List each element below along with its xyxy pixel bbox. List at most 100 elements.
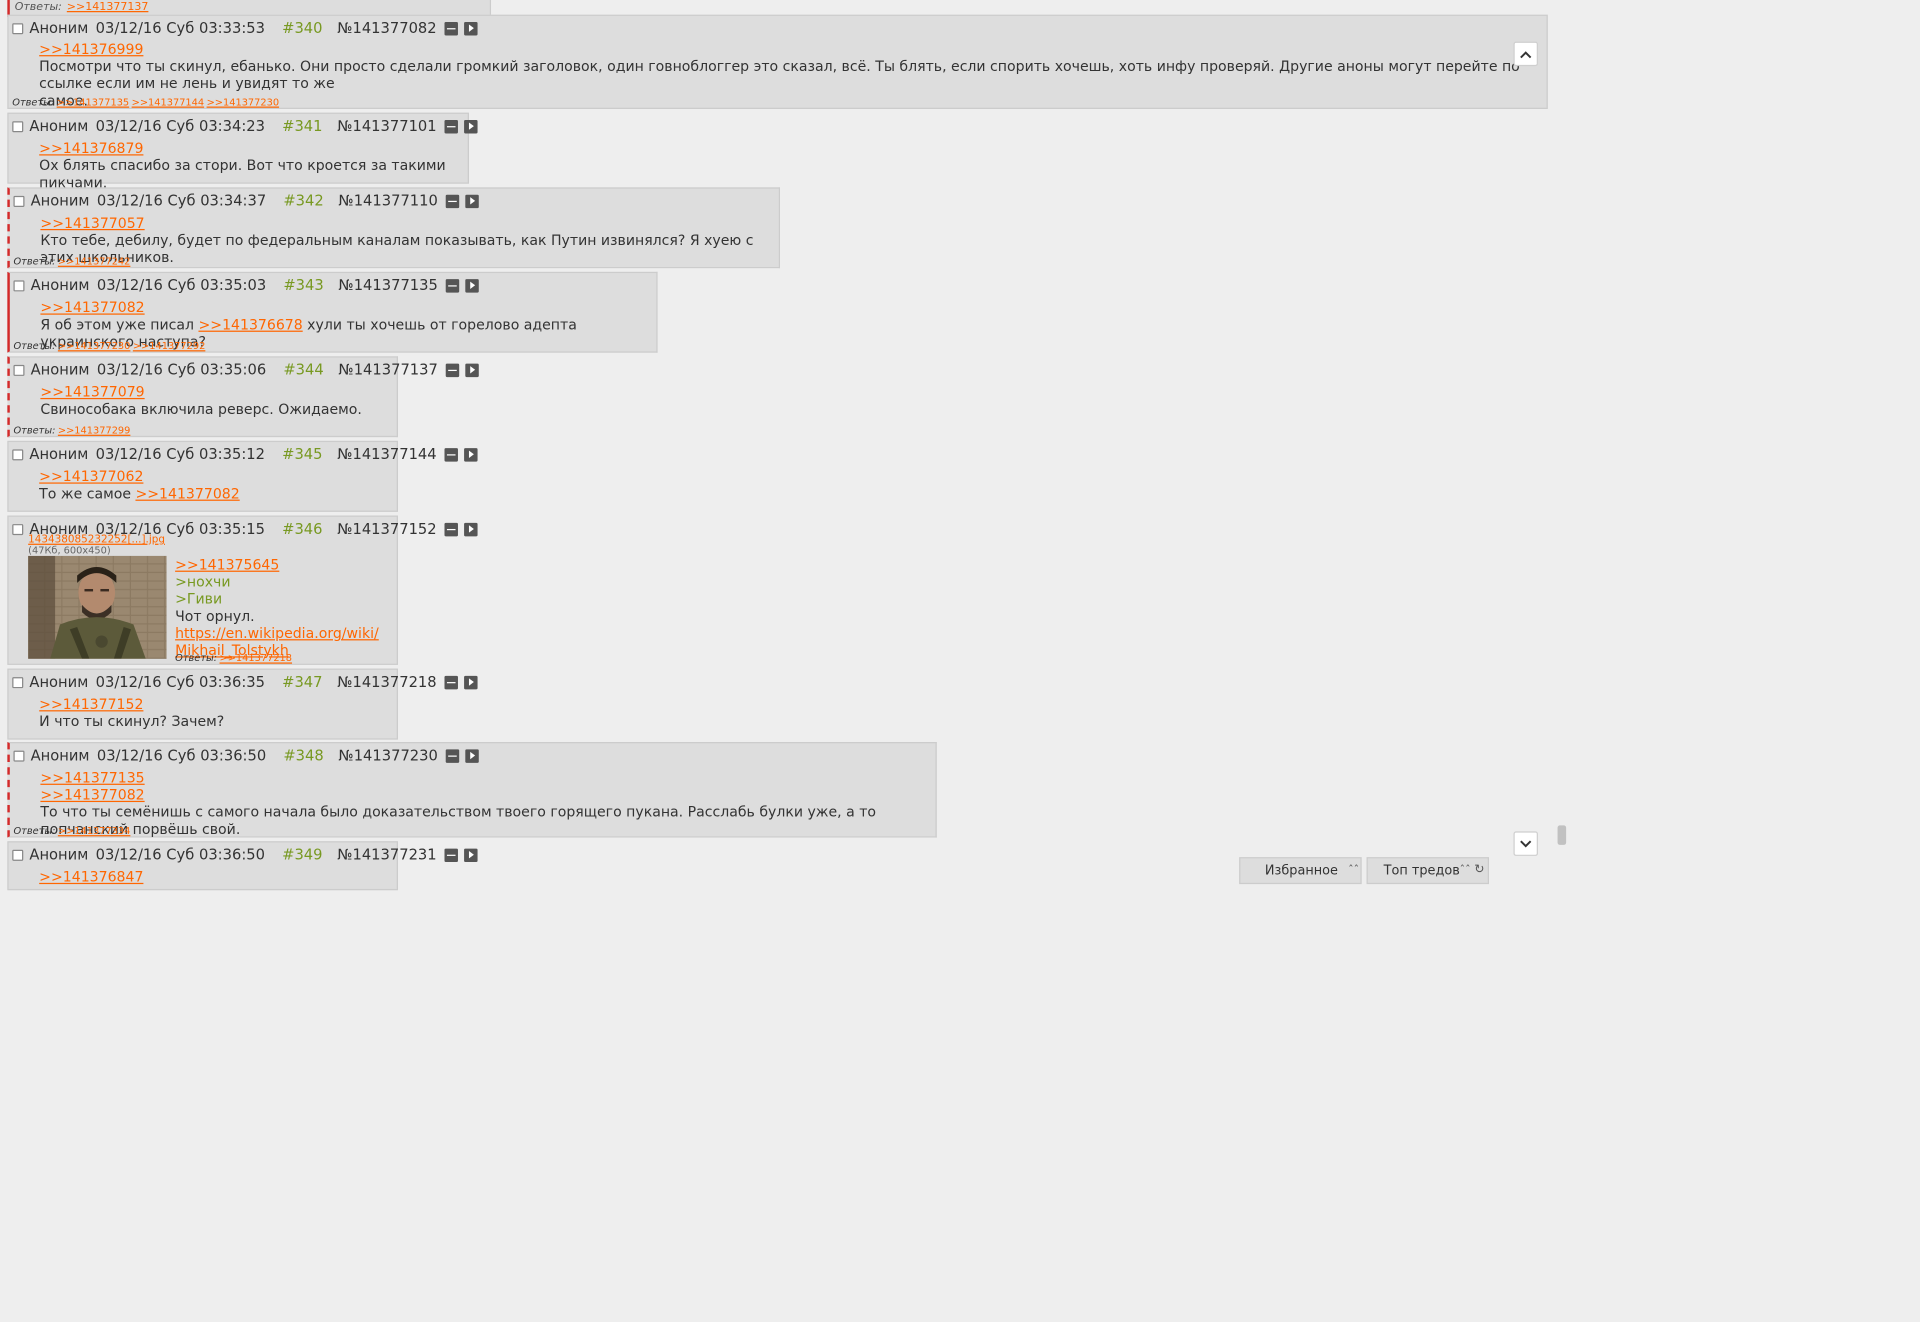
- post-checkbox[interactable]: [13, 279, 25, 291]
- favorites-button[interactable]: Избранное ˆˆ: [1239, 857, 1362, 885]
- message-line: >Гиви: [175, 590, 379, 607]
- post-menu-icon[interactable]: [463, 119, 478, 133]
- post-number[interactable]: #349: [282, 846, 322, 863]
- post-id[interactable]: №141377110: [338, 192, 437, 209]
- message-text: То же самое: [39, 484, 136, 503]
- post-checkbox[interactable]: [13, 195, 25, 207]
- message-line: >>141377135: [40, 769, 935, 786]
- chevron-up-icon: [1520, 50, 1532, 58]
- post-number[interactable]: #344: [283, 361, 323, 378]
- reply-link[interactable]: >>141377135: [57, 97, 130, 108]
- post-id[interactable]: №141377231: [337, 846, 436, 863]
- hide-post-icon[interactable]: [443, 847, 458, 862]
- post-date: 03/12/16 Суб 03:36:50: [96, 746, 267, 765]
- post-id[interactable]: №141377137: [338, 361, 437, 378]
- post-340: Аноним 03/12/16 Суб 03:33:53 #340 №14137…: [7, 14, 1548, 109]
- post-link[interactable]: >>141377062: [39, 468, 143, 485]
- reply-link[interactable]: >>141377292: [133, 340, 206, 351]
- post-number[interactable]: #340: [282, 20, 322, 37]
- post-342: Аноним 03/12/16 Суб 03:34:37 #342 №14137…: [7, 187, 781, 269]
- hide-post-icon[interactable]: [445, 363, 459, 377]
- hide-post-icon[interactable]: [443, 21, 458, 35]
- post-link[interactable]: >>141377135: [40, 769, 144, 786]
- top-threads-button[interactable]: Топ тредов ˆˆ ↻: [1366, 857, 1489, 885]
- post-checkbox[interactable]: [12, 676, 24, 688]
- post-id[interactable]: №141377135: [338, 277, 437, 294]
- post-menu-icon[interactable]: [464, 194, 479, 208]
- post-checkbox[interactable]: [12, 523, 24, 535]
- chevron-down-icon: [1520, 839, 1532, 847]
- hide-post-icon[interactable]: [443, 119, 458, 133]
- hide-post-icon[interactable]: [443, 522, 458, 536]
- post-link[interactable]: >>141375645: [175, 556, 279, 573]
- post-link[interactable]: >>141377152: [39, 696, 143, 713]
- scroll-up-button[interactable]: [1513, 41, 1538, 67]
- post-menu-icon[interactable]: [464, 748, 479, 763]
- post-replies: Ответы: >>141377218: [175, 653, 292, 664]
- post-header: Аноним 03/12/16 Суб 03:36:50 #348 №14137…: [13, 746, 479, 766]
- message-line: Ох блять спасибо за стори. Вот что кроет…: [39, 157, 468, 191]
- post-checkbox[interactable]: [12, 120, 24, 132]
- post-number[interactable]: #342: [283, 192, 323, 209]
- post-number[interactable]: #347: [282, 673, 322, 690]
- reply-link[interactable]: >>141377334: [58, 825, 131, 836]
- post-344: Аноним 03/12/16 Суб 03:35:06 #344 №14137…: [7, 356, 479, 438]
- post-id[interactable]: №141377144: [337, 446, 436, 463]
- hide-post-icon[interactable]: [443, 447, 458, 462]
- post-menu-icon[interactable]: [464, 278, 479, 293]
- reply-link[interactable]: >>141377299: [58, 425, 131, 436]
- reply-link[interactable]: >>141377230: [58, 340, 131, 351]
- post-id[interactable]: №141377218: [337, 673, 436, 690]
- post-menu-icon[interactable]: [463, 522, 478, 536]
- hide-post-icon[interactable]: [443, 675, 458, 689]
- post-header: Аноним 03/12/16 Суб 03:35:03 #343 №14137…: [13, 276, 479, 296]
- post-header: Аноним 03/12/16 Суб 03:35:12 #345 №14137…: [12, 444, 478, 464]
- post-number[interactable]: #345: [282, 446, 322, 463]
- post-link[interactable]: >>141377057: [40, 214, 144, 231]
- message-text: Кто тебе, дебилу, будет по федеральным к…: [40, 231, 754, 266]
- post-menu-icon[interactable]: [463, 847, 478, 862]
- post-id[interactable]: №141377082: [337, 20, 436, 37]
- reply-link[interactable]: >>141377144: [132, 97, 205, 108]
- post-number[interactable]: #343: [283, 277, 323, 294]
- post-checkbox[interactable]: [13, 364, 25, 376]
- reply-link[interactable]: >>141377218: [220, 653, 293, 664]
- post-number[interactable]: #341: [282, 118, 322, 135]
- post-menu-icon[interactable]: [464, 363, 479, 377]
- attachment-thumbnail[interactable]: [28, 555, 167, 659]
- reply-link[interactable]: >>141377242: [58, 256, 131, 267]
- post-checkbox[interactable]: [12, 448, 24, 460]
- hide-post-icon[interactable]: [445, 194, 459, 208]
- reply-link[interactable]: >>141377230: [207, 97, 280, 108]
- reply-link[interactable]: >>141377137: [67, 1, 149, 13]
- post-id[interactable]: №141377101: [337, 118, 436, 135]
- hide-post-icon[interactable]: [445, 748, 459, 763]
- post-link[interactable]: >>141377079: [40, 383, 144, 400]
- scroll-down-button[interactable]: [1513, 831, 1538, 856]
- post-id[interactable]: №141377230: [338, 747, 437, 764]
- post-link[interactable]: >>141377082: [40, 786, 144, 803]
- post-checkbox[interactable]: [13, 750, 25, 762]
- post-link[interactable]: >>141377082: [40, 299, 144, 316]
- hide-post-icon[interactable]: [445, 278, 459, 293]
- post-menu-icon[interactable]: [463, 447, 478, 462]
- post-checkbox[interactable]: [12, 849, 24, 861]
- post-link[interactable]: https://en.wikipedia.org/wiki/: [175, 624, 379, 641]
- post-link[interactable]: >>141376847: [39, 868, 143, 885]
- post-link[interactable]: >>141376999: [39, 40, 143, 57]
- post-number[interactable]: #346: [282, 520, 322, 537]
- message-text: То что ты семёнишь с самого начала было …: [40, 803, 877, 838]
- post-message: >>141377057 Кто тебе, дебилу, будет по фе…: [40, 214, 778, 265]
- scrollbar-thumb[interactable]: [1557, 825, 1567, 845]
- post-number[interactable]: #348: [283, 747, 323, 764]
- post-menu-icon[interactable]: [463, 675, 478, 689]
- post-link[interactable]: >>141376879: [39, 140, 143, 157]
- post-date: 03/12/16 Суб 03:36:50: [95, 846, 265, 864]
- refresh-icon[interactable]: ↻: [1474, 863, 1484, 876]
- post-link[interactable]: >>141377082: [135, 485, 239, 502]
- post-menu-icon[interactable]: [463, 21, 478, 35]
- message-line: Посмотри что ты скинул, ебанько. Они про…: [39, 58, 1533, 92]
- post-checkbox[interactable]: [12, 22, 24, 34]
- post-id[interactable]: №141377152: [337, 520, 436, 537]
- post-link[interactable]: >>141376678: [198, 316, 302, 333]
